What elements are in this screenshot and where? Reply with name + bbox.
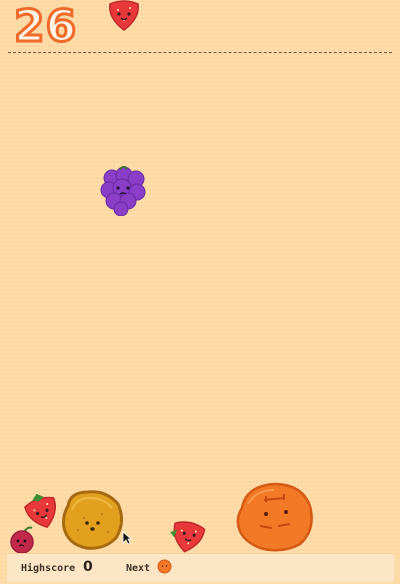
lemon-fruit: [62, 490, 123, 550]
strawberry-fruit-falling: [109, 0, 139, 31]
status-bar: Highscore 0 Next: [7, 553, 394, 582]
orange-fruit: [236, 482, 313, 552]
highscore-label: Highscore: [21, 563, 76, 574]
strawberry-fruit: [24, 493, 56, 529]
strawberry-fruit: [170, 521, 206, 553]
game-board[interactable]: 26 Highscore 0 Next: [0, 0, 400, 584]
next-orange-icon: [157, 559, 172, 574]
mouse-cursor-icon: [122, 531, 132, 545]
score-counter: 26: [12, 0, 78, 53]
cherry-fruit: [10, 526, 34, 554]
drop-limit-line: [8, 52, 392, 53]
grape-fruit-dropping: [100, 166, 146, 216]
highscore-value: 0: [83, 559, 93, 575]
next-label: Next: [126, 563, 151, 574]
